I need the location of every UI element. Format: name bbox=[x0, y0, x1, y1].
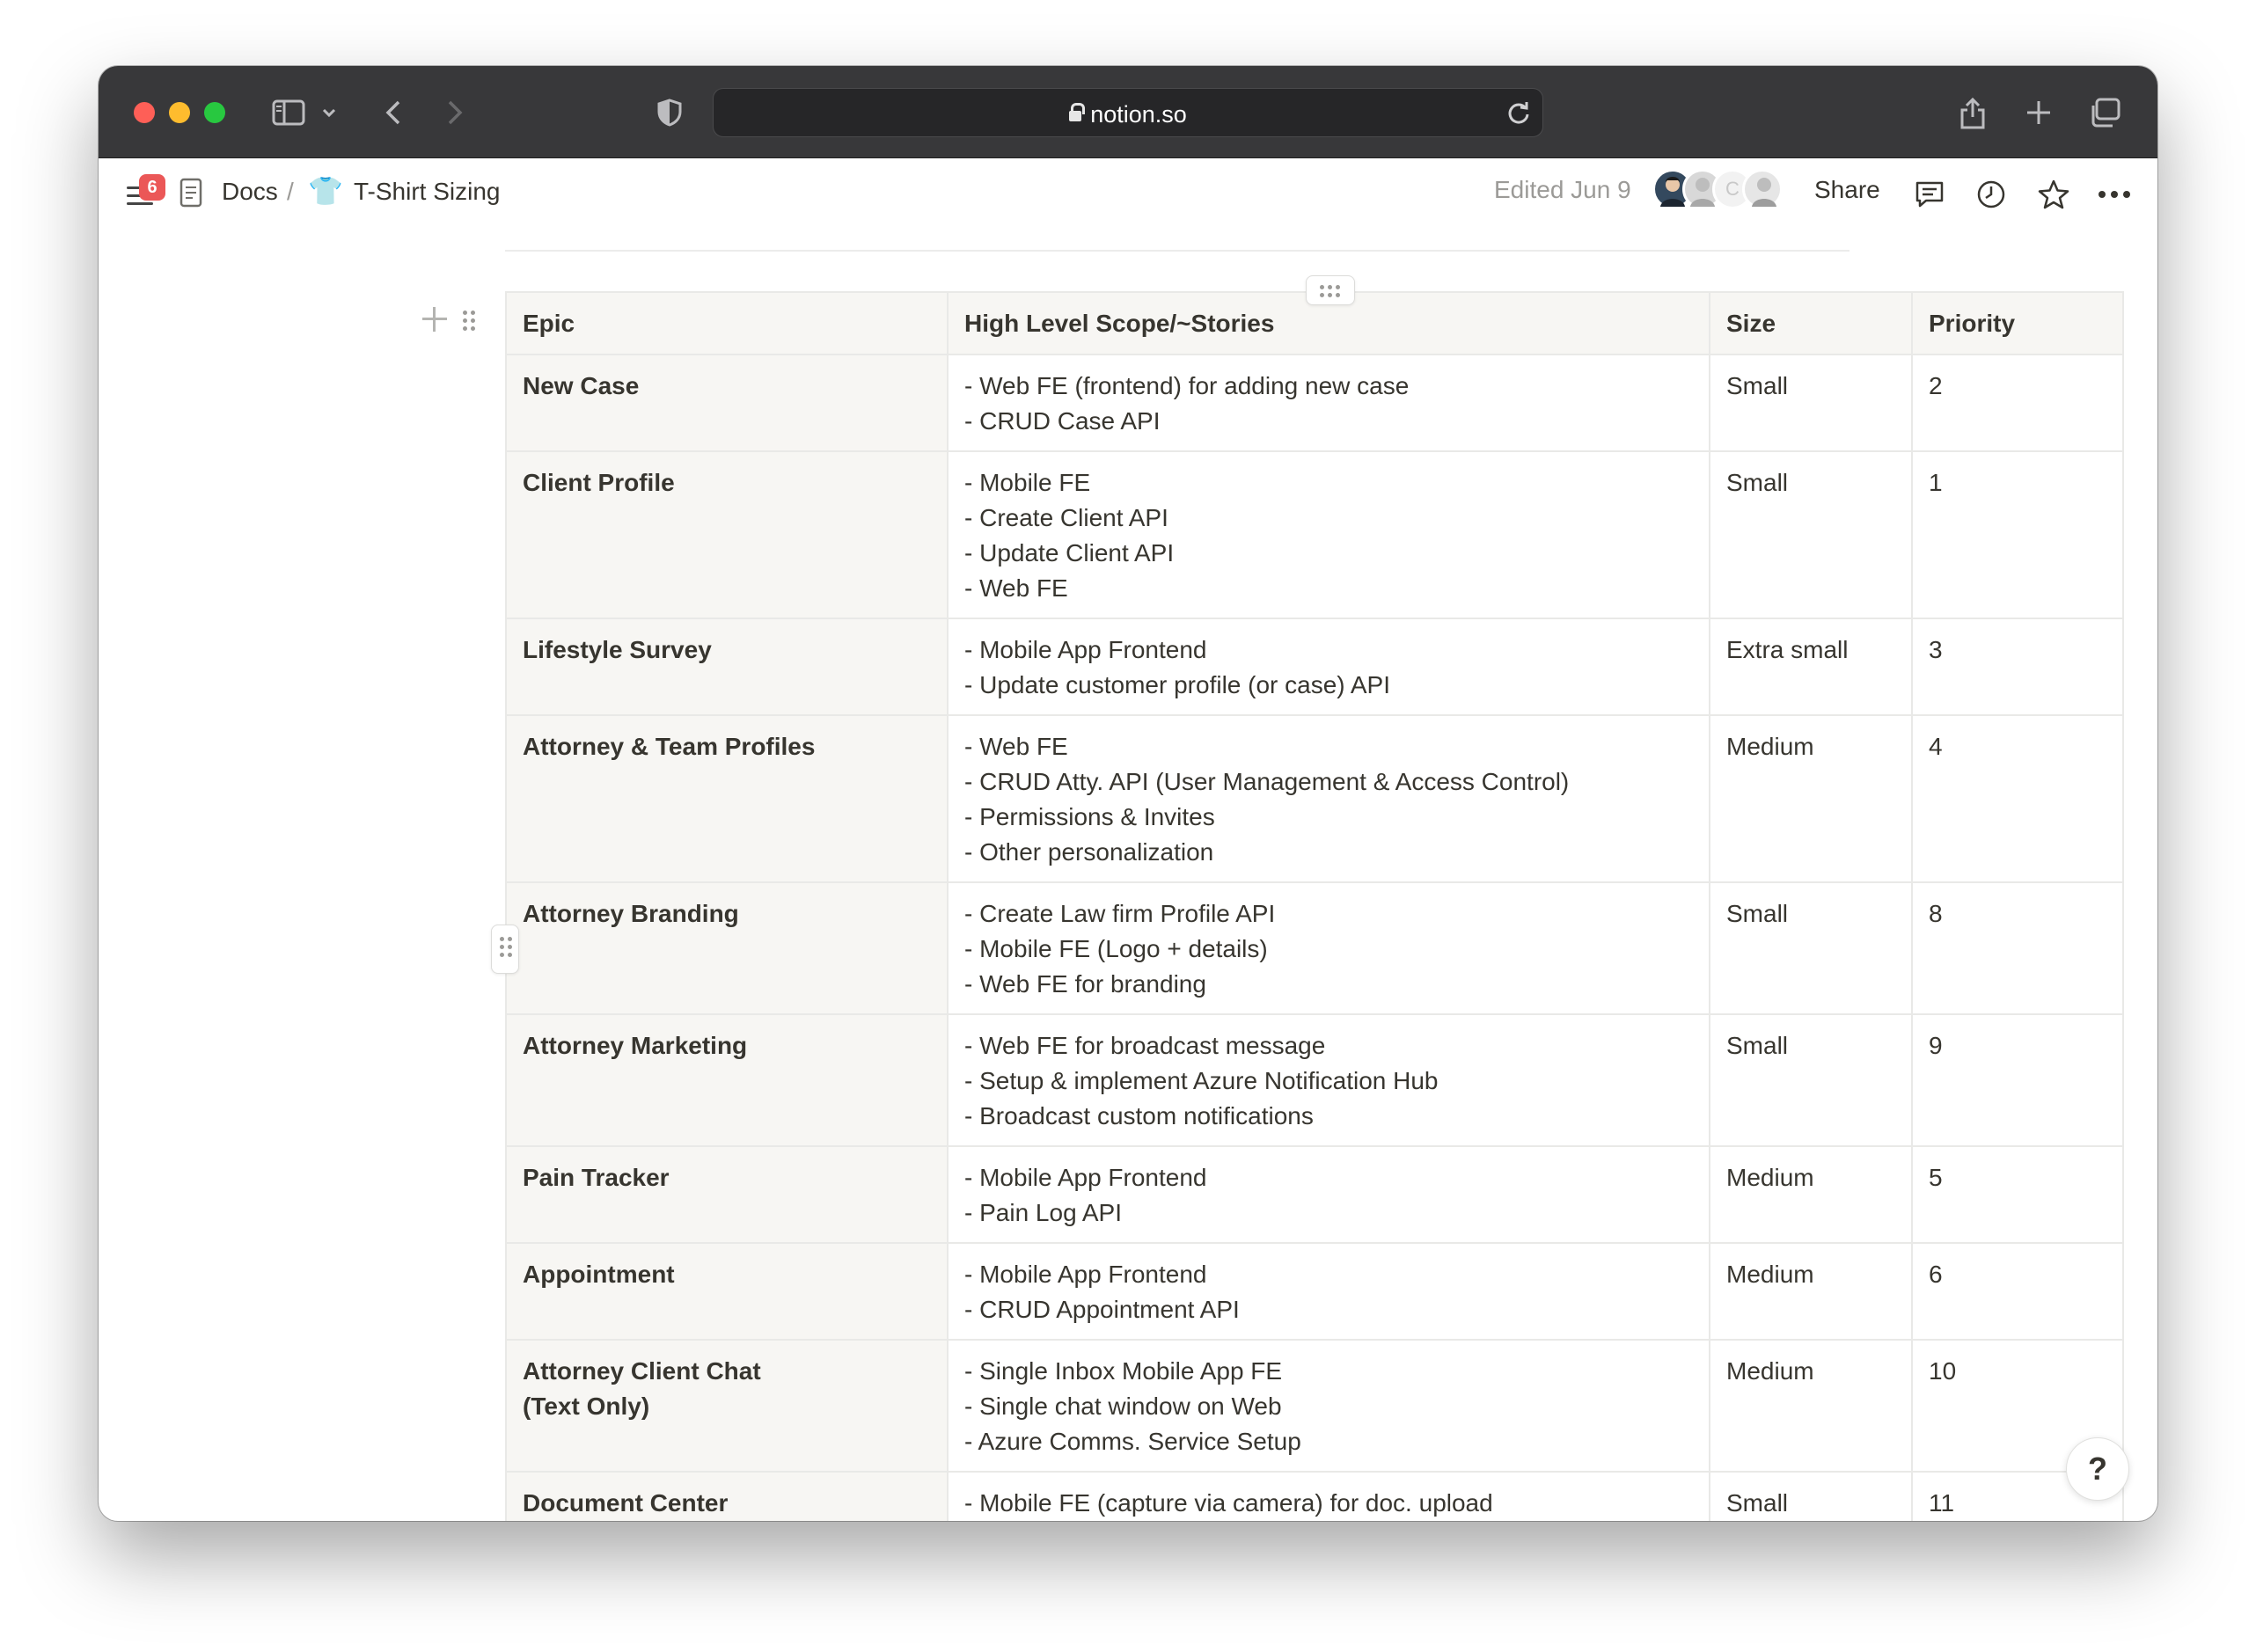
cell-size[interactable]: Small bbox=[1709, 1471, 1913, 1521]
column-drag-handle[interactable] bbox=[1306, 275, 1355, 305]
cell-scope[interactable]: - Mobile FE - Create Client API - Update… bbox=[947, 450, 1710, 619]
cell-size[interactable]: Small bbox=[1709, 1013, 1913, 1147]
cell-epic[interactable]: Client Profile bbox=[505, 450, 949, 619]
table-row: Attorney Client Chat (Text Only) - Single… bbox=[505, 1339, 2124, 1473]
cell-scope[interactable]: - Mobile FE (capture via camera) for doc… bbox=[947, 1471, 1710, 1521]
cell-epic[interactable]: Attorney Client Chat (Text Only) bbox=[505, 1339, 949, 1473]
close-window-button[interactable] bbox=[134, 102, 155, 123]
cell-size[interactable]: Medium bbox=[1709, 1339, 1913, 1473]
cell-epic[interactable]: Lifestyle Survey bbox=[505, 618, 949, 716]
chevron-down-icon[interactable] bbox=[319, 91, 340, 135]
cell-epic[interactable]: Attorney Branding bbox=[505, 881, 949, 1015]
sizing-table: Epic High Level Scope/~Stories Size Prio… bbox=[505, 291, 2124, 1521]
privacy-shield-icon[interactable] bbox=[655, 91, 685, 135]
zoom-window-button[interactable] bbox=[204, 102, 225, 123]
breadcrumb-page-title[interactable]: T-Shirt Sizing bbox=[354, 178, 501, 206]
add-block-icon[interactable] bbox=[421, 305, 449, 333]
cell-epic[interactable]: Attorney & Team Profiles bbox=[505, 714, 949, 883]
new-tab-icon[interactable] bbox=[2021, 91, 2056, 135]
table-row: Attorney Marketing - Web FE for broadcast… bbox=[505, 1013, 2124, 1147]
table-row: Appointment - Mobile App Frontend - CRUD … bbox=[505, 1242, 2124, 1341]
cell-epic[interactable]: Attorney Marketing bbox=[505, 1013, 949, 1147]
lock-icon bbox=[1069, 103, 1086, 123]
cell-priority[interactable]: 9 bbox=[1911, 1013, 2124, 1147]
drag-handle-icon[interactable] bbox=[463, 311, 475, 331]
divider bbox=[505, 250, 1849, 252]
cell-scope[interactable]: - Web FE - CRUD Atty. API (User Manageme… bbox=[947, 714, 1710, 883]
reload-icon[interactable] bbox=[1505, 99, 1532, 126]
cell-priority[interactable]: 3 bbox=[1911, 618, 2124, 716]
cell-priority[interactable]: 1 bbox=[1911, 450, 2124, 619]
cell-scope[interactable]: - Mobile App Frontend - CRUD Appointment… bbox=[947, 1242, 1710, 1341]
cell-epic[interactable]: Pain Tracker bbox=[505, 1145, 949, 1244]
more-options-icon[interactable] bbox=[2094, 174, 2135, 215]
browser-window: notion.so 6 Docs / 👕 T-Shirt Sizing Edit… bbox=[99, 66, 2157, 1521]
cell-epic[interactable]: New Case bbox=[505, 354, 949, 452]
table-row: Attorney Branding - Create Law firm Profi… bbox=[505, 881, 2124, 1015]
cell-priority[interactable]: 4 bbox=[1911, 714, 2124, 883]
back-icon[interactable] bbox=[380, 91, 407, 135]
cell-scope[interactable]: - Web FE (frontend) for adding new case … bbox=[947, 354, 1710, 452]
cell-size[interactable]: Small bbox=[1709, 881, 1913, 1015]
cell-priority[interactable]: 6 bbox=[1911, 1242, 2124, 1341]
cell-size[interactable]: Extra small bbox=[1709, 618, 1913, 716]
table-row: New Case - Web FE (frontend) for adding n… bbox=[505, 354, 2124, 452]
column-header-size[interactable]: Size bbox=[1709, 291, 1913, 355]
table-block: Epic High Level Scope/~Stories Size Prio… bbox=[505, 291, 2124, 1521]
sidebar-toggle-icon[interactable] bbox=[267, 91, 310, 135]
comment-icon[interactable] bbox=[1909, 174, 1950, 215]
tshirt-icon: 👕 bbox=[308, 174, 343, 208]
cell-scope[interactable]: - Mobile App Frontend - Pain Log API bbox=[947, 1145, 1710, 1244]
minimize-window-button[interactable] bbox=[169, 102, 190, 123]
row-drag-handle[interactable] bbox=[491, 925, 519, 974]
table-row: Document Center - Mobile FE (capture via … bbox=[505, 1471, 2124, 1521]
cell-size[interactable]: Medium bbox=[1709, 1242, 1913, 1341]
notification-badge: 6 bbox=[139, 174, 165, 201]
cell-priority[interactable]: 2 bbox=[1911, 354, 2124, 452]
table-row: Client Profile - Mobile FE - Create Clien… bbox=[505, 450, 2124, 619]
cell-size[interactable]: Small bbox=[1709, 450, 1913, 619]
cell-priority[interactable]: 8 bbox=[1911, 881, 2124, 1015]
notion-topbar: 6 Docs / 👕 T-Shirt Sizing Edited Jun 9 C… bbox=[99, 158, 2157, 230]
page-doc-icon bbox=[179, 178, 204, 208]
address-bar[interactable]: notion.so bbox=[713, 88, 1543, 137]
favorite-star-icon[interactable] bbox=[2033, 174, 2074, 215]
cell-epic[interactable]: Appointment bbox=[505, 1242, 949, 1341]
cell-scope[interactable]: - Mobile App Frontend - Update customer … bbox=[947, 618, 1710, 716]
share-button[interactable]: Share bbox=[1814, 176, 1880, 204]
edited-timestamp: Edited Jun 9 bbox=[1494, 176, 1631, 203]
column-header-priority[interactable]: Priority bbox=[1911, 291, 2124, 355]
forward-icon[interactable] bbox=[442, 91, 468, 135]
browser-toolbar: notion.so bbox=[99, 66, 2157, 158]
cell-scope[interactable]: - Single Inbox Mobile App FE - Single ch… bbox=[947, 1339, 1710, 1473]
table-row: Pain Tracker - Mobile App Frontend - Pain… bbox=[505, 1145, 2124, 1244]
history-clock-icon[interactable] bbox=[1971, 174, 2011, 215]
tab-overview-icon[interactable] bbox=[2085, 91, 2124, 135]
column-header-epic[interactable]: Epic bbox=[505, 291, 949, 355]
avatar[interactable] bbox=[1742, 169, 1783, 209]
table-row: Lifestyle Survey - Mobile App Frontend - … bbox=[505, 618, 2124, 716]
breadcrumb-separator: / bbox=[287, 178, 294, 205]
cell-size[interactable]: Small bbox=[1709, 354, 1913, 452]
cell-size[interactable]: Medium bbox=[1709, 714, 1913, 883]
cell-scope[interactable]: - Create Law firm Profile API - Mobile F… bbox=[947, 881, 1710, 1015]
share-sheet-icon[interactable] bbox=[1955, 91, 1990, 135]
cell-priority[interactable]: 5 bbox=[1911, 1145, 2124, 1244]
cell-size[interactable]: Medium bbox=[1709, 1145, 1913, 1244]
table-row: Attorney & Team Profiles - Web FE - CRUD … bbox=[505, 714, 2124, 883]
cell-scope[interactable]: - Web FE for broadcast message - Setup &… bbox=[947, 1013, 1710, 1147]
help-button[interactable]: ? bbox=[2066, 1437, 2129, 1501]
url-text: notion.so bbox=[1090, 101, 1187, 128]
breadcrumb-docs[interactable]: Docs bbox=[222, 178, 278, 206]
cell-epic[interactable]: Document Center bbox=[505, 1471, 949, 1521]
